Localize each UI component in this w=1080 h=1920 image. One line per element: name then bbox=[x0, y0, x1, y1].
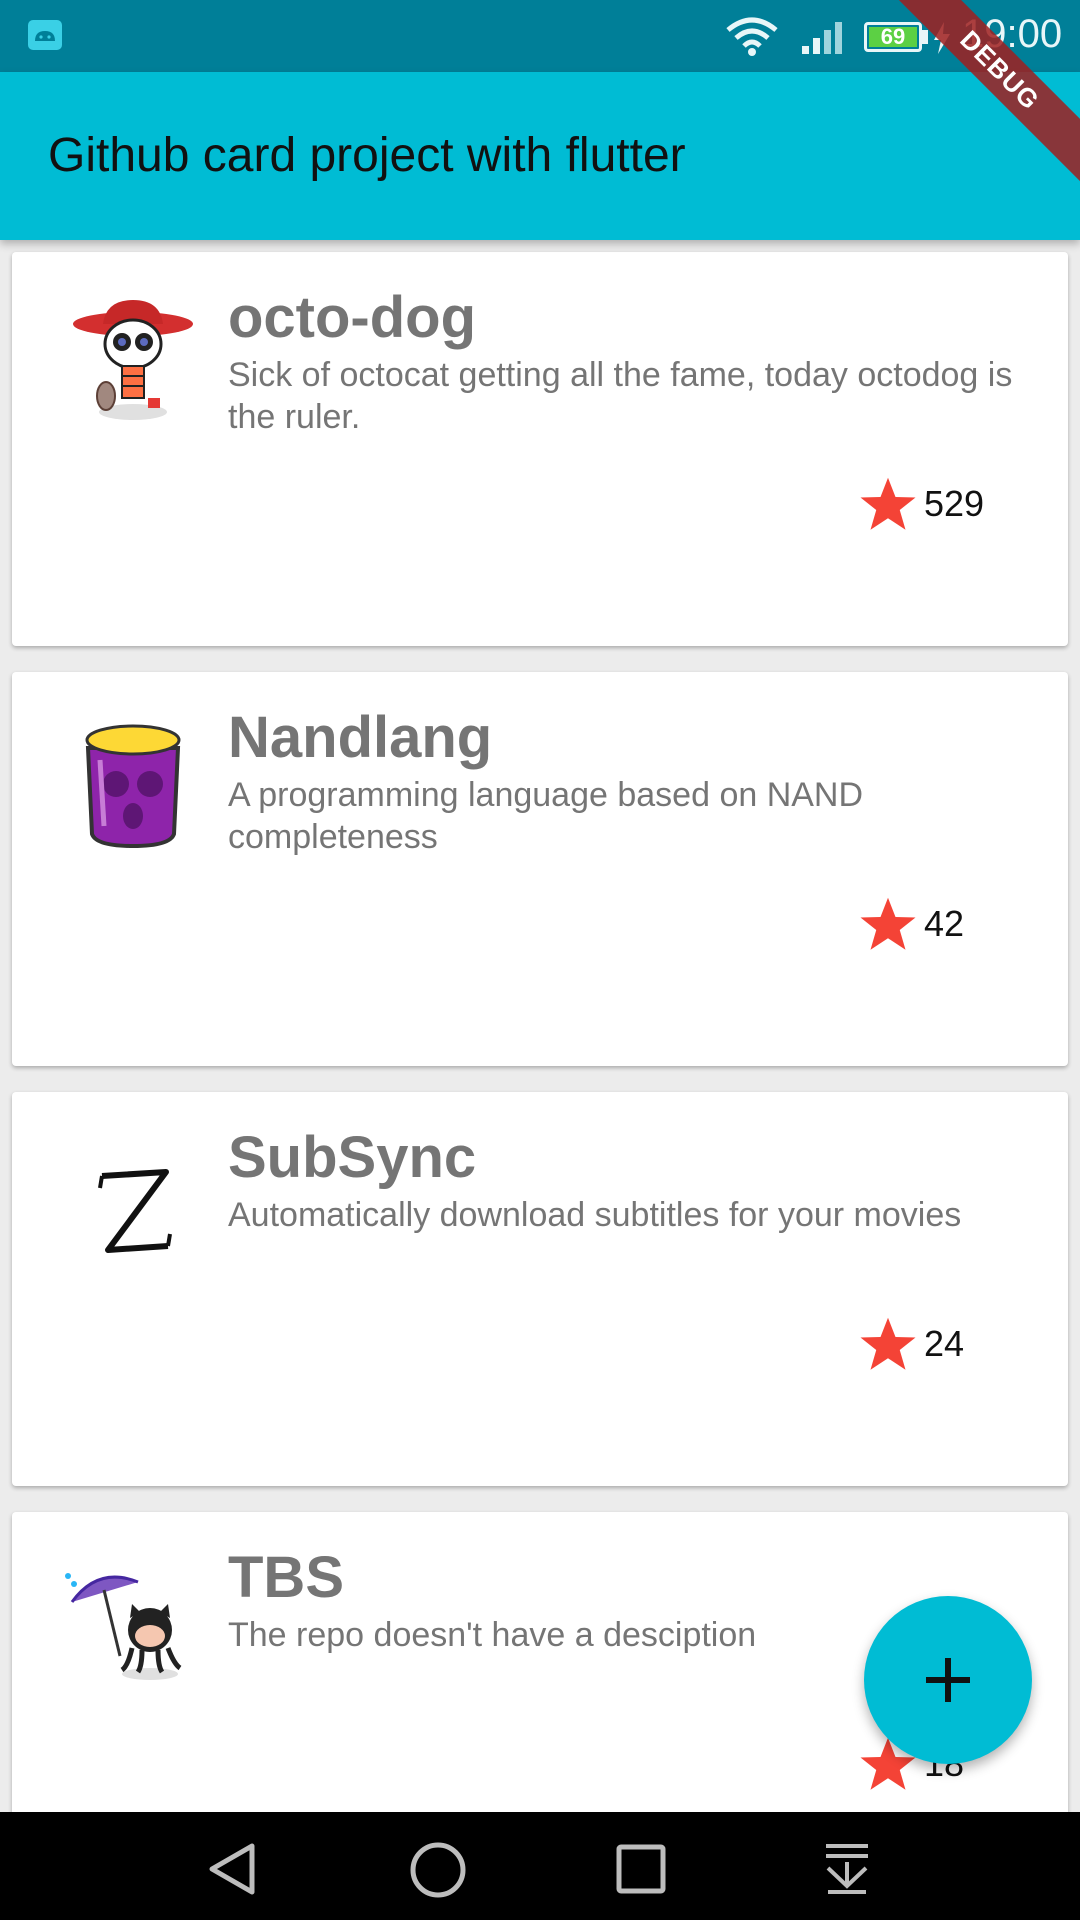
star-count-row: 529 bbox=[858, 474, 984, 534]
repo-name: TBS bbox=[228, 1545, 344, 1610]
home-icon[interactable] bbox=[408, 1840, 468, 1900]
repo-description: A programming language based on NAND com… bbox=[228, 776, 864, 856]
sugar-skull-octocat-icon bbox=[73, 300, 193, 420]
battery-level: 69 bbox=[880, 24, 906, 49]
repo-card[interactable]: SubSync Automatically download subtitles… bbox=[12, 1092, 1068, 1486]
repo-description: Automatically download subtitles for you… bbox=[228, 1196, 962, 1234]
star-count-row: 42 bbox=[858, 894, 964, 954]
umbrella-octocat-icon bbox=[65, 1573, 182, 1680]
app-title: Github card project with flutter bbox=[48, 129, 686, 182]
repo-name: octo-dog bbox=[228, 285, 477, 350]
star-icon bbox=[860, 1317, 916, 1370]
star-count: 529 bbox=[924, 483, 985, 524]
repo-card[interactable]: Nandlang A programming language based on… bbox=[12, 672, 1068, 1066]
back-icon[interactable] bbox=[206, 1842, 260, 1896]
android-notification-icon bbox=[28, 20, 62, 50]
signal-icon bbox=[802, 22, 842, 54]
star-count: 24 bbox=[924, 1323, 965, 1364]
wifi-icon bbox=[726, 17, 778, 56]
recents-icon[interactable] bbox=[614, 1842, 668, 1896]
star-count-row: 24 bbox=[858, 1314, 964, 1374]
plus-icon bbox=[926, 1658, 970, 1702]
battery-icon: 69 bbox=[864, 22, 922, 52]
star-count: 42 bbox=[924, 903, 965, 944]
add-repo-fab[interactable] bbox=[864, 1596, 1032, 1764]
repo-card[interactable]: octo-dog Sick of octocat getting all the… bbox=[12, 252, 1068, 646]
star-icon bbox=[860, 477, 916, 530]
system-nav-bar bbox=[0, 1812, 1080, 1920]
star-icon bbox=[860, 897, 916, 950]
repo-name: Nandlang bbox=[228, 705, 493, 770]
notification-pull-icon[interactable] bbox=[820, 1840, 874, 1896]
letter-z-icon bbox=[98, 1169, 172, 1253]
repo-name: SubSync bbox=[228, 1125, 477, 1190]
repo-card-list[interactable]: octo-dog Sick of octocat getting all the… bbox=[0, 240, 1080, 1812]
app-bar: Github card project with flutter bbox=[0, 72, 1080, 240]
repo-description: Sick of octocat getting all the fame, to… bbox=[228, 356, 1013, 436]
purple-jar-icon bbox=[85, 724, 181, 849]
